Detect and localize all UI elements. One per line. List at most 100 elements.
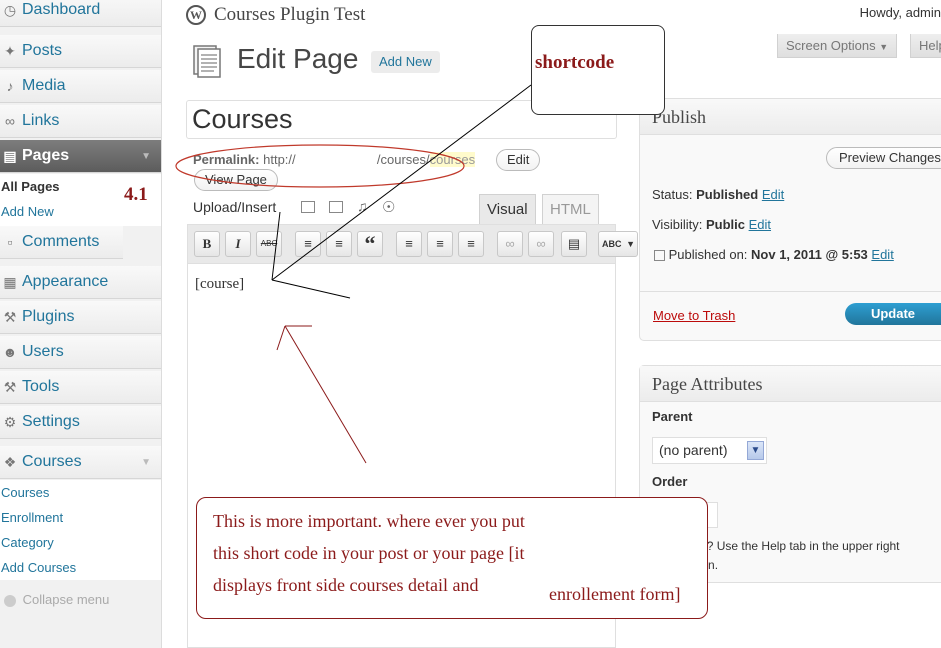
- page-attributes-heading[interactable]: Page Attributes: [640, 366, 941, 402]
- screen-options-label: Screen Options: [786, 38, 876, 53]
- step-number-label: 4.1: [124, 184, 148, 205]
- published-value: Nov 1, 2011 @ 5:53: [751, 247, 868, 262]
- site-title[interactable]: Courses Plugin Test: [214, 4, 365, 26]
- align-left-icon[interactable]: ≡: [396, 231, 422, 257]
- menu-tools-label: Tools: [22, 378, 60, 395]
- note-line-4: enrollement form]: [549, 584, 681, 605]
- permalink-edit-button[interactable]: Edit: [496, 149, 541, 171]
- dashboard-icon: ◷: [3, 2, 17, 18]
- settings-icon: ⚙: [3, 414, 17, 430]
- menu-pages[interactable]: ▤ Pages ▼: [0, 140, 161, 173]
- visibility-edit-link[interactable]: Edit: [749, 217, 771, 232]
- note-line-3: displays front side courses detail and: [213, 575, 479, 595]
- menu-dashboard-label: Dashboard: [22, 1, 101, 18]
- bold-button[interactable]: B: [194, 231, 220, 257]
- menu-pages-label: Pages: [22, 147, 70, 164]
- menu-dashboard[interactable]: ◷ Dashboard: [0, 0, 161, 27]
- submenu-add-courses[interactable]: Add Courses: [0, 555, 161, 580]
- link-icon: ∞: [5, 113, 15, 129]
- note-line-2: this short code in your post or your pag…: [213, 543, 525, 563]
- submenu-category[interactable]: Category: [0, 530, 161, 555]
- align-right-icon[interactable]: ≡: [458, 231, 484, 257]
- permalink-label: Permalink:: [193, 152, 260, 167]
- menu-users-label: Users: [22, 343, 64, 360]
- more-tag-icon[interactable]: ▤: [561, 231, 587, 257]
- pin-icon: ✦: [4, 43, 16, 59]
- status-edit-link[interactable]: Edit: [762, 187, 784, 202]
- menu-users[interactable]: ☻ Users: [0, 336, 161, 369]
- menu-posts-label: Posts: [22, 42, 63, 59]
- strikethrough-button[interactable]: ABC: [256, 231, 282, 257]
- upload-insert-label: Upload/Insert: [193, 199, 277, 215]
- chevron-down-icon: ▼: [879, 42, 889, 52]
- menu-links[interactable]: ∞ Links: [0, 105, 161, 138]
- permalink-slug[interactable]: courses: [429, 152, 476, 167]
- insert-link-icon[interactable]: ∞: [497, 231, 523, 257]
- add-audio-icon[interactable]: ♫: [357, 198, 368, 214]
- plugin-icon: ⚒: [3, 309, 17, 325]
- menu-settings[interactable]: ⚙ Settings: [0, 406, 161, 439]
- help-label: Help: [919, 38, 941, 53]
- help-button[interactable]: Help: [910, 34, 941, 58]
- chevron-down-icon: ▼: [141, 150, 151, 162]
- media-icon: ♪: [6, 78, 14, 94]
- wordpress-logo-icon[interactable]: W: [186, 5, 206, 25]
- status-row: Status: Published Edit: [652, 187, 784, 202]
- parent-select-value: (no parent): [659, 442, 728, 458]
- italic-button[interactable]: I: [225, 231, 251, 257]
- parent-select[interactable]: (no parent) ▼: [652, 437, 767, 464]
- chevron-down-icon: ▼: [141, 456, 151, 468]
- courses-submenu: Courses Enrollment Category Add Courses: [0, 480, 161, 580]
- chevron-down-icon: ▼: [747, 441, 764, 460]
- add-new-button[interactable]: Add New: [371, 51, 440, 73]
- move-to-trash-link[interactable]: Move to Trash: [653, 308, 735, 323]
- tab-visual[interactable]: Visual: [479, 194, 536, 224]
- submenu-courses[interactable]: Courses: [0, 480, 161, 505]
- menu-comments[interactable]: ▫ Comments: [0, 226, 123, 259]
- spellcheck-button[interactable]: ABC ▼: [598, 231, 638, 257]
- status-value: Published: [696, 187, 759, 202]
- tab-html[interactable]: HTML: [542, 194, 599, 224]
- howdy-user[interactable]: Howdy, admin: [860, 5, 941, 20]
- published-label: Published on:: [668, 247, 748, 262]
- add-media-icon[interactable]: ☉: [382, 198, 395, 216]
- update-button[interactable]: Update: [845, 303, 941, 325]
- add-image-icon[interactable]: [301, 201, 315, 213]
- menu-comments-label: Comments: [22, 233, 100, 250]
- permalink-row: Permalink: http:// /courses/courses: [193, 152, 476, 167]
- menu-media[interactable]: ♪ Media: [0, 70, 161, 103]
- visibility-row: Visibility: Public Edit: [652, 217, 771, 232]
- edit-page-icon: [193, 45, 221, 78]
- add-video-icon[interactable]: [329, 201, 343, 213]
- visibility-value: Public: [705, 217, 745, 232]
- collapse-icon: [4, 594, 16, 607]
- menu-plugins[interactable]: ⚒ Plugins: [0, 301, 161, 334]
- publish-heading[interactable]: Publish: [640, 99, 941, 135]
- collapse-menu[interactable]: Collapse menu: [4, 592, 109, 607]
- blockquote-button[interactable]: “: [357, 231, 383, 257]
- courses-icon: ❖: [3, 454, 17, 470]
- menu-appearance[interactable]: ▦ Appearance: [0, 266, 161, 299]
- submenu-enrollment[interactable]: Enrollment: [0, 505, 161, 530]
- published-edit-link[interactable]: Edit: [871, 247, 893, 262]
- menu-courses-label: Courses: [22, 453, 82, 470]
- numbered-list-icon[interactable]: ≡: [326, 231, 352, 257]
- view-page-button[interactable]: View Page: [194, 169, 278, 191]
- menu-posts[interactable]: ✦ Posts: [0, 35, 161, 68]
- permalink-url: http://: [263, 152, 296, 167]
- calendar-icon: [654, 250, 665, 262]
- screen-options-button[interactable]: Screen Options ▼: [777, 34, 898, 58]
- users-icon: ☻: [2, 344, 18, 360]
- menu-media-label: Media: [22, 77, 66, 94]
- menu-plugins-label: Plugins: [22, 308, 75, 325]
- shortcode-callout-label: shortcode: [535, 52, 615, 73]
- align-center-icon[interactable]: ≡: [427, 231, 453, 257]
- menu-courses[interactable]: ❖ Courses ▼: [0, 446, 161, 479]
- pages-icon: ▤: [3, 148, 17, 164]
- menu-tools[interactable]: ⚒ Tools: [0, 371, 161, 404]
- preview-changes-button[interactable]: Preview Changes: [826, 147, 941, 169]
- editor-content[interactable]: [course]: [195, 276, 244, 293]
- bullet-list-icon[interactable]: ≡: [295, 231, 321, 257]
- permalink-path: /courses/: [376, 152, 430, 167]
- unlink-icon[interactable]: ∞: [528, 231, 554, 257]
